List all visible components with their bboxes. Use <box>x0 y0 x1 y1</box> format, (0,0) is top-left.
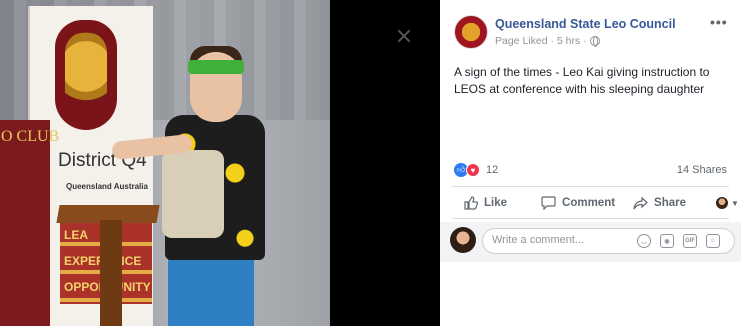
close-icon[interactable] <box>397 29 411 43</box>
commenter-avatar <box>450 227 476 253</box>
photo-viewer: District Q4 Queensland Australia O CLUB … <box>0 0 440 326</box>
smiley-icon[interactable]: ◡ <box>637 234 651 248</box>
like-button[interactable]: Like <box>464 196 507 210</box>
more-options-icon[interactable]: ••• <box>710 14 728 30</box>
share-label: Share <box>654 197 687 209</box>
side-banner <box>0 120 50 326</box>
post-panel: Queensland State Leo Council Page Liked … <box>440 0 741 326</box>
banner-subtext: Queensland Australia <box>66 182 148 191</box>
action-bar: Like Comment Share ▼ <box>452 192 739 214</box>
divider <box>452 218 729 219</box>
post-photo[interactable]: District Q4 Queensland Australia O CLUB … <box>0 0 330 326</box>
gif-icon[interactable]: GIF <box>683 234 697 248</box>
reactions-summary[interactable]: 👍︎ ♥ 12 <box>454 163 498 177</box>
sticker-icon[interactable]: ☺ <box>706 234 720 248</box>
comment-icon <box>541 196 556 210</box>
react-as-selector[interactable]: ▼ <box>716 197 739 209</box>
share-button[interactable]: Share <box>633 196 686 210</box>
leo-logo <box>55 20 117 130</box>
love-reaction-icon: ♥ <box>466 163 480 177</box>
globe-icon[interactable] <box>589 36 600 47</box>
shares-count[interactable]: 14 Shares <box>677 164 727 176</box>
comment-button[interactable]: Comment <box>541 196 615 210</box>
post-meta-text[interactable]: Page Liked · 5 hrs · <box>495 35 587 47</box>
lectern-stand <box>100 220 122 326</box>
side-banner-text: O CLUB <box>1 128 60 145</box>
post-meta: Page Liked · 5 hrs · <box>495 35 600 47</box>
camera-icon[interactable]: ◉ <box>660 234 674 248</box>
divider <box>452 186 729 187</box>
page-name-link[interactable]: Queensland State Leo Council <box>495 17 676 31</box>
like-label: Like <box>484 197 508 209</box>
comment-label: Comment <box>562 197 616 209</box>
chevron-down-icon: ▼ <box>731 198 739 208</box>
user-avatar-small <box>716 197 729 209</box>
baby-carrier <box>162 150 224 238</box>
comment-placeholder: Write a comment... <box>492 234 585 246</box>
thumbs-up-icon <box>464 196 478 210</box>
reaction-count: 12 <box>486 164 499 176</box>
post-text: A sign of the times - Leo Kai giving ins… <box>454 65 710 96</box>
person-shorts <box>168 255 254 326</box>
comment-tools: ◡ ◉ GIF ☺ <box>637 234 720 248</box>
page-avatar[interactable] <box>454 15 488 49</box>
green-headband <box>188 60 244 74</box>
share-arrow-icon <box>633 196 648 210</box>
